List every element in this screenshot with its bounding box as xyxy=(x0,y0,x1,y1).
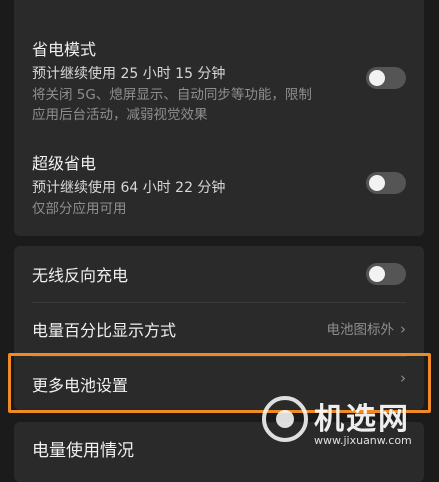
ultra-power-saving-desc: 仅部分应用可用 xyxy=(32,201,127,217)
toggle-knob xyxy=(369,70,385,86)
power-saving-estimate: 预计继续使用 25 小时 15 分钟 xyxy=(32,66,226,82)
power-saving-desc-line2: 应用后台活动，减弱视觉效果 xyxy=(32,107,208,123)
toggle-knob xyxy=(369,175,385,191)
power-modes-card: 省电模式 预计继续使用 25 小时 15 分钟 将关闭 5G、熄屏显示、自动同步… xyxy=(14,0,424,236)
toggle-knob xyxy=(369,266,385,282)
power-saving-title: 省电模式 xyxy=(32,40,97,59)
wireless-reverse-charging-item[interactable]: 无线反向充电 xyxy=(32,260,406,290)
battery-usage-title: 电量使用情况 xyxy=(32,441,134,461)
power-saving-toggle[interactable] xyxy=(366,67,406,89)
divider xyxy=(32,302,406,303)
ultra-power-saving-title: 超级省电 xyxy=(32,154,97,173)
chevron-right-icon: › xyxy=(400,320,406,338)
power-saving-mode-item[interactable]: 省电模式 预计继续使用 25 小时 15 分钟 将关闭 5G、熄屏显示、自动同步… xyxy=(32,36,406,126)
watermark: 机选网 www.jixuanw.com xyxy=(262,390,434,460)
watermark-logo-icon xyxy=(262,396,308,442)
battery-percentage-title: 电量百分比显示方式 xyxy=(32,321,177,340)
ultra-power-saving-item[interactable]: 超级省电 预计继续使用 64 小时 22 分钟 仅部分应用可用 xyxy=(32,150,406,220)
watermark-brand: 机选网 xyxy=(314,402,410,437)
power-saving-desc-line1: 将关闭 5G、熄屏显示、自动同步等功能，限制 xyxy=(32,87,312,103)
battery-percentage-value-group: 电池图标外 › xyxy=(327,318,407,338)
ultra-power-saving-estimate: 预计继续使用 64 小时 22 分钟 xyxy=(32,180,226,196)
ultra-power-saving-toggle[interactable] xyxy=(366,172,406,194)
wireless-reverse-charging-toggle[interactable] xyxy=(366,263,406,285)
battery-percentage-value: 电池图标外 xyxy=(326,322,395,338)
wireless-reverse-charging-title: 无线反向充电 xyxy=(32,266,129,285)
watermark-url: www.jixuanw.com xyxy=(314,434,412,447)
